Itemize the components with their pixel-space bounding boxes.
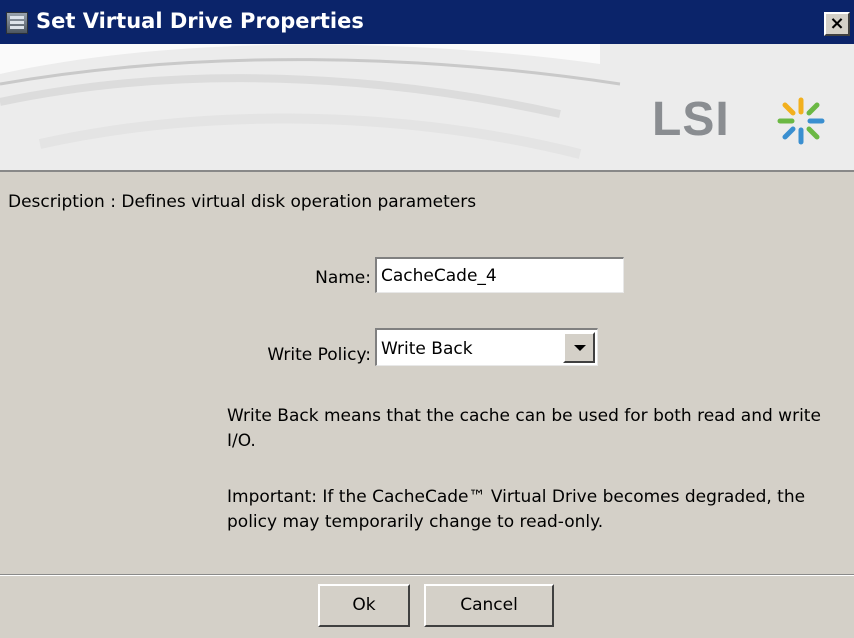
lsi-logo: LSI bbox=[652, 93, 730, 146]
write-policy-value: Write Back bbox=[381, 339, 473, 359]
dialog-title: Set Virtual Drive Properties bbox=[36, 9, 364, 33]
title-bar[interactable]: Set Virtual Drive Properties × bbox=[0, 0, 854, 44]
name-label: Name: bbox=[315, 268, 371, 288]
close-button[interactable]: × bbox=[824, 12, 850, 36]
write-policy-dropdown[interactable]: Write Back bbox=[375, 328, 598, 366]
name-field[interactable] bbox=[375, 257, 624, 293]
footer-divider bbox=[0, 574, 854, 576]
write-policy-label: Write Policy: bbox=[267, 345, 371, 365]
chevron-down-icon[interactable] bbox=[563, 332, 595, 363]
lsi-logo-icon bbox=[777, 97, 825, 145]
close-icon: × bbox=[829, 13, 845, 34]
ok-button[interactable]: Ok bbox=[318, 584, 410, 627]
description-text: Description : Defines virtual disk opera… bbox=[8, 192, 477, 212]
header-banner: LSI bbox=[0, 44, 854, 170]
cancel-button[interactable]: Cancel bbox=[424, 584, 554, 627]
write-policy-help: Write Back means that the cache can be u… bbox=[227, 406, 821, 451]
properties-panel: Description : Defines virtual disk opera… bbox=[0, 172, 854, 574]
server-icon bbox=[6, 12, 28, 34]
degraded-warning: Important: If the CacheCade™ Virtual Dri… bbox=[227, 487, 806, 532]
dialog-window: Set Virtual Drive Properties × LSI Descr… bbox=[0, 0, 854, 638]
